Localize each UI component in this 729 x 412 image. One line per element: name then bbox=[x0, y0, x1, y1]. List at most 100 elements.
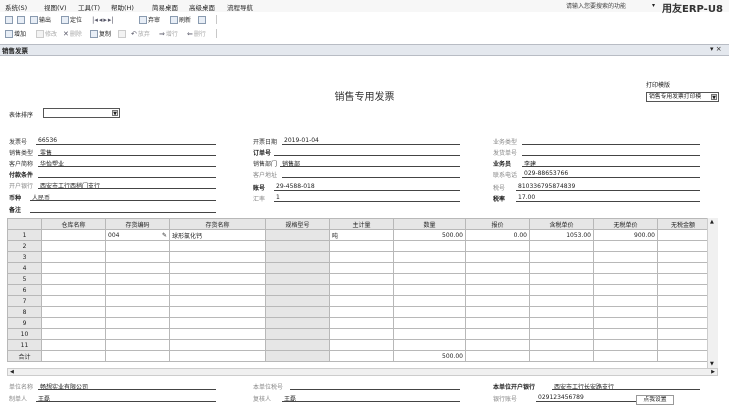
locate-icon bbox=[61, 15, 69, 24]
export-button[interactable]: 输出 bbox=[30, 14, 51, 25]
bank-account-field[interactable]: 029123456789 bbox=[538, 394, 584, 401]
table-cell[interactable]: 1053.00 bbox=[529, 229, 594, 241]
tax-rate-field[interactable]: 17.00 bbox=[518, 194, 535, 201]
vertical-scrollbar[interactable]: ▲ ▼ bbox=[707, 218, 718, 368]
preview-icon[interactable] bbox=[17, 14, 25, 25]
help-icon[interactable] bbox=[198, 14, 206, 25]
unit-bank-label: 本单位开户银行 bbox=[493, 384, 536, 391]
invoice-date-field[interactable]: 2019-01-04 bbox=[284, 137, 319, 144]
prev-icon[interactable]: ◂ bbox=[99, 16, 103, 24]
discard-button[interactable]: ↶ 放弃 bbox=[131, 28, 150, 39]
function-search-input[interactable]: 请输入您要搜索的功能 bbox=[566, 1, 650, 11]
add-row-button[interactable]: ⇒ 增行 bbox=[159, 28, 178, 39]
delete-button[interactable]: ✕ 删除 bbox=[63, 28, 82, 39]
table-cell[interactable]: 球形氯化钙 bbox=[169, 229, 266, 241]
account-field[interactable]: 29-4588-018 bbox=[276, 183, 315, 190]
edit-button[interactable]: 修改 bbox=[36, 28, 57, 39]
table-cell[interactable] bbox=[41, 229, 106, 241]
table-cell[interactable]: 0.00 bbox=[465, 229, 530, 241]
rate-field[interactable]: 1 bbox=[276, 194, 280, 201]
add-icon bbox=[5, 29, 13, 38]
row-number[interactable]: 8 bbox=[7, 306, 42, 318]
table-cell[interactable]: 004 ✎ bbox=[105, 229, 170, 241]
table-cell[interactable] bbox=[657, 229, 709, 241]
column-header[interactable]: 报价 bbox=[465, 218, 530, 230]
table-row: 4 bbox=[7, 262, 709, 274]
menu-advanced-desktop[interactable]: 高级桌面 bbox=[189, 2, 215, 12]
column-header[interactable]: 仓库名称 bbox=[41, 218, 106, 230]
print-icon[interactable] bbox=[5, 14, 13, 25]
chevron-down-icon: ▼ bbox=[711, 94, 717, 101]
table-cell[interactable] bbox=[265, 229, 330, 241]
chevron-down-icon[interactable]: ▼ bbox=[710, 361, 714, 367]
row-number[interactable]: 1 bbox=[7, 229, 42, 241]
sort-select[interactable]: ▼ bbox=[43, 108, 120, 118]
column-header[interactable]: 无税单价 bbox=[593, 218, 658, 230]
tax-no-field[interactable]: 810336795874839 bbox=[518, 183, 575, 190]
unapprove-icon bbox=[139, 15, 147, 24]
row-number[interactable]: 2 bbox=[7, 240, 42, 252]
row-number[interactable]: 4 bbox=[7, 262, 42, 274]
attachment-icon[interactable]: ✎ bbox=[162, 232, 167, 239]
menu-simple-desktop[interactable]: 简易桌面 bbox=[152, 2, 178, 12]
save-icon[interactable] bbox=[118, 28, 126, 39]
add-button[interactable]: 增加 bbox=[5, 28, 26, 39]
tab-sales-invoice[interactable]: 销售发票 bbox=[2, 45, 40, 55]
brand-logo: 用友ERP-U8 bbox=[662, 4, 723, 15]
column-header[interactable]: 数量 bbox=[393, 218, 466, 230]
column-header[interactable]: 存货编码 bbox=[105, 218, 170, 230]
currency-label: 币种 bbox=[9, 195, 22, 202]
menu-help[interactable]: 帮助(H) bbox=[111, 2, 134, 12]
row-number[interactable]: 7 bbox=[7, 295, 42, 307]
refresh-button[interactable]: 刷新 bbox=[170, 14, 191, 25]
menu-view[interactable]: 视图(V) bbox=[44, 2, 67, 12]
menu-system[interactable]: 系统(S) bbox=[5, 2, 27, 12]
print-template-select[interactable]: 销售专用发票打印模 ▼ bbox=[646, 92, 719, 102]
row-number[interactable]: 3 bbox=[7, 251, 42, 263]
table-cell[interactable]: 500.00 bbox=[393, 229, 466, 241]
refresh-icon bbox=[170, 15, 178, 24]
close-icon[interactable]: ▾ × bbox=[710, 45, 722, 53]
copy-button[interactable]: 复制 bbox=[90, 28, 111, 39]
column-header[interactable]: 含税单价 bbox=[529, 218, 594, 230]
row-number[interactable]: 9 bbox=[7, 317, 42, 329]
table-row: 1 004 ✎ 球形氯化钙 吨 500.00 0.00 1053.00 900.0… bbox=[7, 229, 709, 241]
row-number[interactable]: 11 bbox=[7, 339, 42, 351]
column-header[interactable]: 主计量 bbox=[329, 218, 394, 230]
settings-tooltip[interactable]: 点我设置 bbox=[636, 395, 674, 405]
menu-process-nav[interactable]: 流程导航 bbox=[227, 2, 253, 12]
table-row: 8 bbox=[7, 306, 709, 318]
row-number[interactable]: 6 bbox=[7, 284, 42, 296]
invoice-no-field[interactable]: 66536 bbox=[38, 137, 57, 144]
print-template-label: 打印模版 bbox=[646, 82, 671, 89]
delete-icon: ✕ bbox=[63, 29, 69, 38]
field-underline bbox=[36, 144, 216, 145]
table-cell[interactable]: 吨 bbox=[329, 229, 394, 241]
phone-field[interactable]: 029-88653766 bbox=[524, 170, 568, 177]
field-underline bbox=[522, 144, 700, 145]
row-number[interactable]: 10 bbox=[7, 328, 42, 340]
table-cell[interactable]: 900.00 bbox=[593, 229, 658, 241]
horizontal-scrollbar[interactable]: ◀ ▶ bbox=[7, 368, 718, 376]
next-icon[interactable]: ▸ bbox=[103, 16, 107, 24]
column-header[interactable]: 存货名称 bbox=[169, 218, 266, 230]
row-number[interactable]: 5 bbox=[7, 273, 42, 285]
field-underline bbox=[516, 201, 700, 202]
first-icon[interactable]: |◂ bbox=[92, 16, 98, 24]
field-underline bbox=[282, 401, 460, 402]
menu-tools[interactable]: 工具(T) bbox=[78, 2, 100, 12]
undo-icon: ↶ bbox=[131, 29, 137, 38]
last-icon[interactable]: ▸| bbox=[108, 16, 114, 24]
chevron-left-icon[interactable]: ◀ bbox=[10, 369, 14, 375]
column-header[interactable]: 无税金额 bbox=[657, 218, 709, 230]
nav-arrows[interactable]: |◂ ◂ ▸ ▸| bbox=[92, 14, 114, 25]
unapprove-button[interactable]: 弃审 bbox=[139, 14, 160, 25]
account-label: 账号 bbox=[253, 185, 266, 192]
locate-button[interactable]: 定位 bbox=[61, 14, 82, 25]
chevron-up-icon[interactable]: ▲ bbox=[710, 219, 714, 225]
column-header[interactable]: 规格型号 bbox=[265, 218, 330, 230]
field-underline bbox=[38, 166, 216, 167]
chevron-down-icon[interactable]: ▾ bbox=[652, 2, 655, 9]
chevron-right-icon[interactable]: ▶ bbox=[711, 369, 715, 375]
delete-row-button[interactable]: ⇐ 删行 bbox=[187, 28, 206, 39]
